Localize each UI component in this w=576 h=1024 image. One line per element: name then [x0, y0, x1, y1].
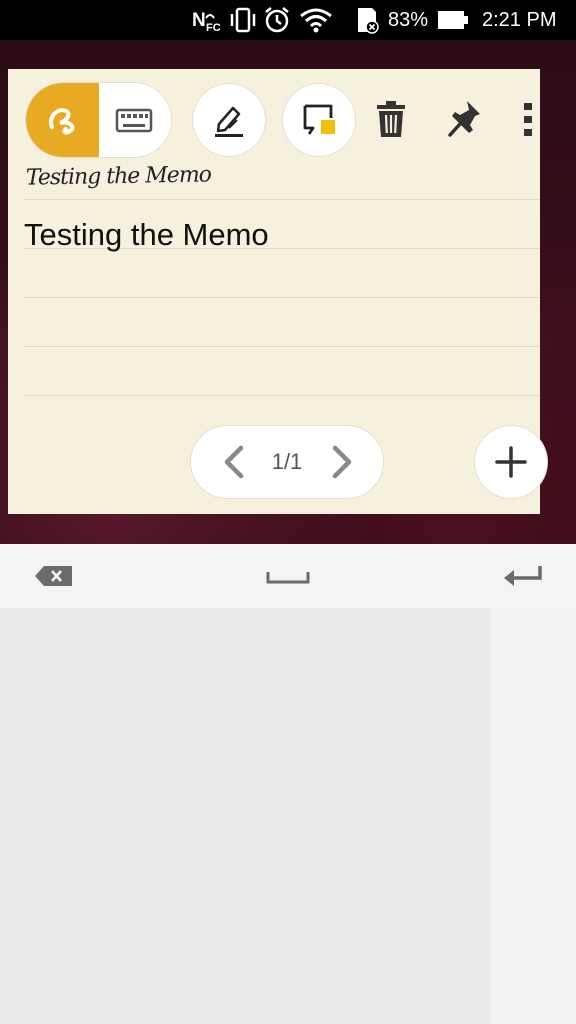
svg-text:FC: FC — [206, 22, 221, 34]
handwriting-mode-icon — [49, 108, 75, 135]
handwriting-mode-button[interactable] — [26, 83, 99, 157]
sd-card-icon — [358, 8, 379, 34]
more-options-button[interactable] — [513, 95, 543, 145]
previous-page-icon[interactable] — [217, 444, 253, 480]
page-navigator: 1/1 — [191, 426, 383, 498]
enter-icon[interactable] — [500, 562, 546, 590]
plus-icon — [495, 446, 527, 478]
handwriting-keyboard-bar — [0, 544, 576, 608]
page-indicator: 1/1 — [271, 449, 303, 474]
keyboard-mode-icon — [115, 108, 153, 133]
nfc-icon: N FC — [192, 10, 221, 34]
handwriting-side-panel — [490, 608, 576, 1024]
note-color-icon — [303, 104, 335, 135]
clock: 2:21 PM — [482, 9, 557, 31]
ruled-line — [24, 395, 540, 396]
typed-text[interactable]: Testing the Memo — [24, 217, 269, 253]
handwriting-input-area[interactable] — [0, 608, 490, 1024]
pen-style-icon — [215, 106, 243, 137]
alarm-icon — [265, 7, 289, 33]
svg-text:N: N — [192, 10, 206, 31]
handwritten-text: Testing the Memo — [25, 162, 212, 191]
status-bar: N FC 83% 2:21 PM — [0, 0, 576, 40]
ruled-line — [24, 297, 540, 298]
wifi-icon — [300, 8, 332, 33]
pen-style-button[interactable] — [193, 84, 265, 156]
battery-percent: 83% — [388, 9, 429, 31]
battery-icon — [438, 11, 468, 29]
more-options-icon — [524, 103, 532, 136]
quick-memo-card[interactable]: Testing the Memo Testing the Memo 1/1 — [8, 69, 547, 514]
next-page-icon[interactable] — [323, 444, 359, 480]
keyboard-mode-button[interactable] — [99, 83, 171, 157]
ruled-line — [24, 346, 540, 347]
pin-icon — [448, 101, 480, 137]
add-page-button[interactable] — [475, 426, 547, 498]
vibrate-icon — [230, 7, 256, 33]
backspace-icon[interactable] — [32, 562, 76, 590]
input-mode-toggle[interactable] — [26, 83, 171, 157]
delete-button[interactable] — [366, 95, 416, 145]
note-color-button[interactable] — [283, 84, 355, 156]
space-icon[interactable] — [264, 564, 312, 588]
delete-icon — [377, 101, 405, 137]
pin-button[interactable] — [440, 95, 490, 145]
